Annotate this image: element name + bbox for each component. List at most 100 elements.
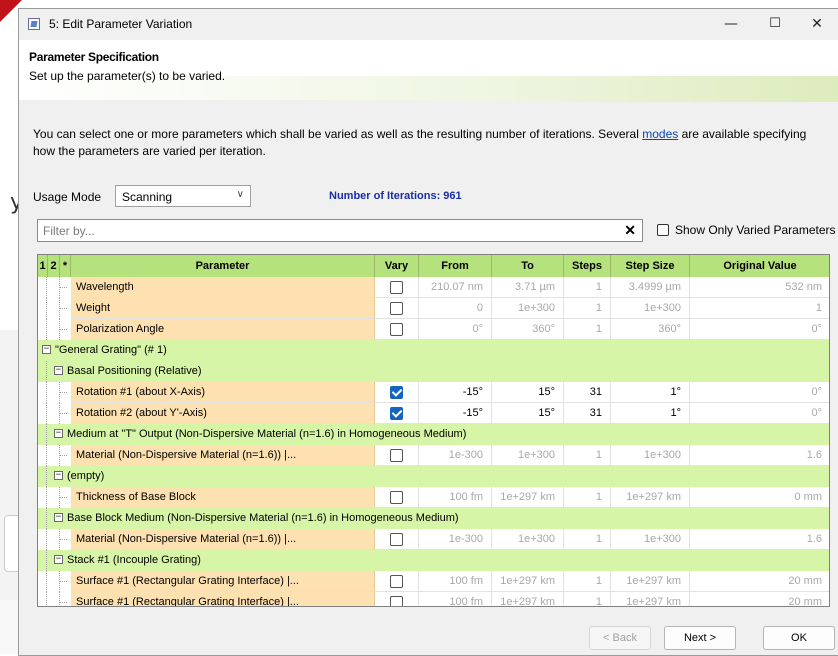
collapse-icon[interactable]: − — [54, 429, 63, 438]
vary-checkbox[interactable] — [390, 386, 403, 399]
col-parameter-header[interactable]: Parameter — [71, 255, 375, 277]
step-size-cell[interactable]: 1e+300 — [611, 529, 690, 550]
steps-cell[interactable]: 1 — [564, 529, 611, 550]
original-value-cell[interactable]: 1.6 — [690, 529, 829, 550]
table-row[interactable]: Surface #1 (Rectangular Grating Interfac… — [38, 571, 829, 592]
close-button[interactable]: ✕ — [797, 13, 837, 35]
group-row[interactable]: − Base Block Medium (Non-Dispersive Mater… — [38, 508, 829, 529]
table-row[interactable]: Surface #1 (Rectangular Grating Interfac… — [38, 592, 829, 606]
vary-checkbox[interactable] — [390, 323, 403, 336]
col-2-header[interactable]: 2 — [48, 255, 60, 277]
usage-mode-select[interactable]: Scanning ∨ — [115, 185, 251, 207]
minimize-button[interactable]: — — [711, 13, 751, 35]
collapse-icon[interactable]: − — [42, 345, 51, 354]
vary-checkbox[interactable] — [390, 533, 403, 546]
original-value-cell[interactable]: 20 mm — [690, 592, 829, 606]
original-value-cell[interactable]: 0° — [690, 319, 829, 340]
group-row[interactable]: − Basal Positioning (Relative) — [38, 361, 829, 382]
group-row[interactable]: − "General Grating" (# 1) — [38, 340, 829, 361]
col-step-size-header[interactable]: Step Size — [611, 255, 690, 277]
original-value-cell[interactable]: 0° — [690, 403, 829, 424]
vary-checkbox[interactable] — [390, 575, 403, 588]
table-row[interactable]: Rotation #1 (about X-Axis) -15° 15° 31 1° 0° — [38, 382, 829, 403]
to-cell[interactable]: 1e+300 — [492, 529, 564, 550]
maximize-button[interactable]: ☐ — [755, 13, 795, 35]
col-from-header[interactable]: From — [419, 255, 492, 277]
table-row[interactable]: Material (Non-Dispersive Material (n=1.6… — [38, 445, 829, 466]
vary-checkbox[interactable] — [390, 449, 403, 462]
col-1-header[interactable]: 1 — [38, 255, 48, 277]
next-button[interactable]: Next > — [664, 626, 736, 650]
steps-cell[interactable]: 1 — [564, 277, 611, 298]
from-cell[interactable]: -15° — [419, 382, 492, 403]
vary-checkbox[interactable] — [390, 407, 403, 420]
original-value-cell[interactable]: 20 mm — [690, 571, 829, 592]
back-button[interactable]: < Back — [589, 626, 651, 650]
from-cell[interactable]: 0° — [419, 319, 492, 340]
to-cell[interactable]: 360° — [492, 319, 564, 340]
step-size-cell[interactable]: 1e+300 — [611, 298, 690, 319]
vary-checkbox[interactable] — [390, 281, 403, 294]
collapse-icon[interactable]: − — [54, 555, 63, 564]
step-size-cell[interactable]: 1° — [611, 382, 690, 403]
step-size-cell[interactable]: 1e+300 — [611, 445, 690, 466]
group-row[interactable]: − Stack #1 (Incouple Grating) — [38, 550, 829, 571]
modes-link[interactable]: modes — [642, 127, 678, 141]
from-cell[interactable]: 100 fm — [419, 487, 492, 508]
step-size-cell[interactable]: 1e+297 km — [611, 592, 690, 606]
clear-filter-icon[interactable]: ✕ — [624, 222, 636, 239]
to-cell[interactable]: 3.71 µm — [492, 277, 564, 298]
step-size-cell[interactable]: 1e+297 km — [611, 487, 690, 508]
table-row[interactable]: Material (Non-Dispersive Material (n=1.6… — [38, 529, 829, 550]
group-row[interactable]: − (empty) — [38, 466, 829, 487]
collapse-icon[interactable]: − — [54, 366, 63, 375]
table-row[interactable]: Weight 0 1e+300 1 1e+300 1 — [38, 298, 829, 319]
original-value-cell[interactable]: 1 — [690, 298, 829, 319]
from-cell[interactable]: 210.07 nm — [419, 277, 492, 298]
to-cell[interactable]: 15° — [492, 382, 564, 403]
steps-cell[interactable]: 1 — [564, 445, 611, 466]
steps-cell[interactable]: 1 — [564, 319, 611, 340]
from-cell[interactable]: 1e-300 — [419, 529, 492, 550]
steps-cell[interactable]: 31 — [564, 403, 611, 424]
to-cell[interactable]: 15° — [492, 403, 564, 424]
to-cell[interactable]: 1e+300 — [492, 298, 564, 319]
from-cell[interactable]: -15° — [419, 403, 492, 424]
step-size-cell[interactable]: 1° — [611, 403, 690, 424]
show-only-varied-checkbox[interactable]: Show Only Varied Parameters — [657, 222, 836, 237]
steps-cell[interactable]: 1 — [564, 571, 611, 592]
from-cell[interactable]: 1e-300 — [419, 445, 492, 466]
steps-cell[interactable]: 1 — [564, 592, 611, 606]
steps-cell[interactable]: 1 — [564, 487, 611, 508]
col-star-header[interactable]: * — [60, 255, 71, 277]
from-cell[interactable]: 0 — [419, 298, 492, 319]
group-row[interactable]: − Medium at "T" Output (Non-Dispersive Ma… — [38, 424, 829, 445]
original-value-cell[interactable]: 1.6 — [690, 445, 829, 466]
table-row[interactable]: Thickness of Base Block 100 fm 1e+297 km 1 1… — [38, 487, 829, 508]
collapse-icon[interactable]: − — [54, 471, 63, 480]
original-value-cell[interactable]: 532 nm — [690, 277, 829, 298]
to-cell[interactable]: 1e+297 km — [492, 487, 564, 508]
table-row[interactable]: Polarization Angle 0° 360° 1 360° 0° — [38, 319, 829, 340]
ok-button[interactable]: OK — [763, 626, 835, 650]
to-cell[interactable]: 1e+297 km — [492, 592, 564, 606]
step-size-cell[interactable]: 3.4999 µm — [611, 277, 690, 298]
to-cell[interactable]: 1e+300 — [492, 445, 564, 466]
vary-checkbox[interactable] — [390, 596, 403, 606]
filter-input[interactable]: Filter by... ✕ — [37, 219, 643, 242]
steps-cell[interactable]: 1 — [564, 298, 611, 319]
step-size-cell[interactable]: 360° — [611, 319, 690, 340]
vary-checkbox[interactable] — [390, 491, 403, 504]
step-size-cell[interactable]: 1e+297 km — [611, 571, 690, 592]
steps-cell[interactable]: 31 — [564, 382, 611, 403]
table-row[interactable]: Rotation #2 (about Y'-Axis) -15° 15° 31 1° 0° — [38, 403, 829, 424]
from-cell[interactable]: 100 fm — [419, 592, 492, 606]
to-cell[interactable]: 1e+297 km — [492, 571, 564, 592]
col-original-value-header[interactable]: Original Value — [690, 255, 829, 277]
col-to-header[interactable]: To — [492, 255, 564, 277]
from-cell[interactable]: 100 fm — [419, 571, 492, 592]
vary-checkbox[interactable] — [390, 302, 403, 315]
original-value-cell[interactable]: 0 mm — [690, 487, 829, 508]
original-value-cell[interactable]: 0° — [690, 382, 829, 403]
table-row[interactable]: Wavelength 210.07 nm 3.71 µm 1 3.4999 µm 532 … — [38, 277, 829, 298]
